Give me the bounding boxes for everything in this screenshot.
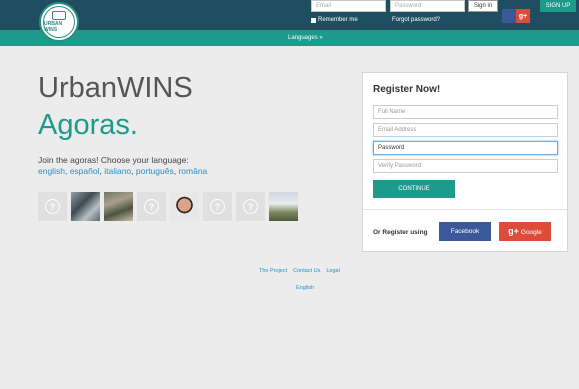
- logo-text: URBAN WINS: [44, 21, 63, 33]
- google-plus-icon: g+: [508, 226, 519, 236]
- email-address-field[interactable]: Email Address: [373, 123, 558, 137]
- signup-button[interactable]: SIGN UP: [540, 0, 576, 12]
- lang-romana[interactable]: româna: [178, 166, 207, 176]
- footer-link-project[interactable]: The Project: [259, 268, 287, 274]
- languages-menu[interactable]: Languages »: [288, 35, 323, 41]
- lang-separator: ,: [131, 166, 134, 176]
- password-field[interactable]: Password: [373, 141, 558, 155]
- lang-italiano[interactable]: italiano: [104, 166, 131, 176]
- facebook-register-button[interactable]: Facebook: [439, 222, 491, 241]
- avatar[interactable]: [104, 192, 133, 221]
- member-avatars: ? ? ? ?: [38, 192, 298, 221]
- logo-mark-icon: [52, 11, 66, 20]
- lang-separator: ,: [99, 166, 102, 176]
- footer-language[interactable]: English: [296, 285, 314, 291]
- urbanwins-logo[interactable]: URBAN WINS: [39, 2, 79, 42]
- forgot-password-link[interactable]: Forgot password?: [392, 17, 440, 23]
- avatar[interactable]: [170, 192, 199, 221]
- header-password-input[interactable]: Password: [390, 0, 465, 12]
- panel-divider: [363, 209, 567, 210]
- google-login-icon[interactable]: g+: [516, 9, 530, 23]
- language-links: english, español, italiano, português, r…: [38, 166, 207, 176]
- question-icon: ?: [144, 199, 159, 214]
- avatar-placeholder[interactable]: ?: [203, 192, 232, 221]
- lang-separator: ,: [173, 166, 177, 176]
- avatar-placeholder[interactable]: ?: [38, 192, 67, 221]
- avatar-placeholder[interactable]: ?: [137, 192, 166, 221]
- full-name-field[interactable]: Full Name: [373, 105, 558, 119]
- question-icon: ?: [243, 199, 258, 214]
- remember-me[interactable]: Remember me: [311, 17, 358, 23]
- join-text: Join the agoras! Choose your language:: [38, 155, 189, 165]
- facebook-login-icon[interactable]: [502, 9, 516, 23]
- remember-checkbox[interactable]: [311, 17, 316, 23]
- footer-link-contact[interactable]: Contact Us: [293, 268, 320, 274]
- register-panel: Register Now! Full Name Email Address Pa…: [362, 72, 568, 252]
- avatar[interactable]: [71, 192, 100, 221]
- or-register-label: Or Register using: [373, 229, 428, 236]
- header-email-input[interactable]: Email: [311, 0, 386, 12]
- google-register-button[interactable]: g+ Google: [499, 222, 551, 241]
- lang-espanol[interactable]: español: [70, 166, 100, 176]
- question-icon: ?: [210, 199, 225, 214]
- avatar-placeholder[interactable]: ?: [236, 192, 265, 221]
- continue-button[interactable]: CONTINUE: [373, 180, 455, 198]
- lang-portugues[interactable]: português: [136, 166, 174, 176]
- register-title: Register Now!: [373, 84, 441, 95]
- google-register-label: Google: [520, 229, 542, 236]
- remember-label: Remember me: [318, 17, 358, 23]
- site-title: UrbanWINS: [38, 72, 193, 104]
- lang-separator: ,: [64, 166, 68, 176]
- avatar[interactable]: [269, 192, 298, 221]
- signin-button[interactable]: Sign in: [468, 0, 498, 12]
- question-icon: ?: [45, 199, 60, 214]
- footer-links: The Project Contact Us Legal: [259, 268, 340, 274]
- logo-emblem: URBAN WINS: [43, 6, 75, 38]
- verify-password-field[interactable]: Verify Password: [373, 159, 558, 173]
- footer-link-legal[interactable]: Legal: [326, 268, 339, 274]
- site-subtitle: Agoras.: [38, 109, 138, 141]
- lang-english[interactable]: english: [38, 166, 65, 176]
